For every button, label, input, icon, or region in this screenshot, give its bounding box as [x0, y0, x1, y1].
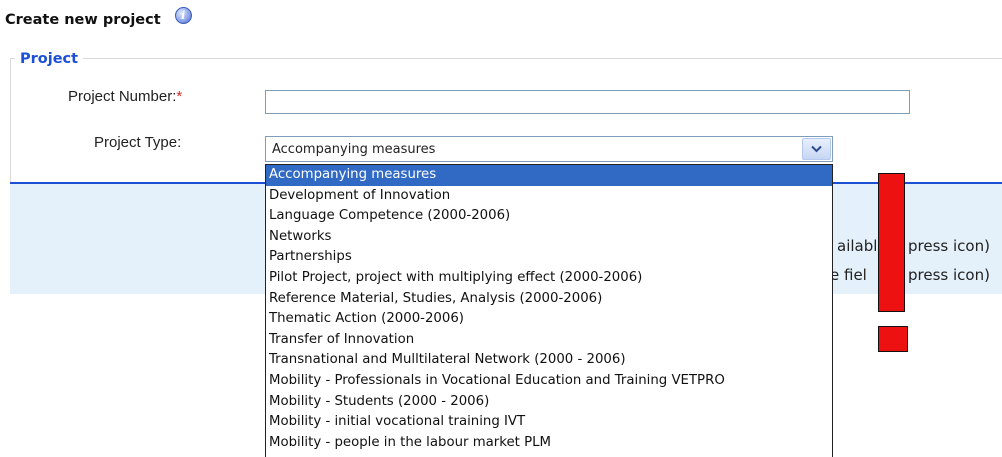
panel-text-line2-b: press icon) — [908, 266, 990, 284]
project-type-selected-value: Accompanying measures — [272, 142, 436, 157]
required-marker: * — [176, 88, 183, 105]
project-number-input[interactable] — [265, 90, 910, 114]
exclamation-bar-annotation — [878, 173, 905, 312]
project-type-dropdown-list[interactable]: Accompanying measures Development of Inn… — [265, 164, 833, 457]
dropdown-option[interactable]: Accompanying measures — [266, 165, 832, 186]
dropdown-option[interactable]: Mobility - people in the labour market P… — [266, 433, 832, 454]
dropdown-option[interactable]: Networks — [266, 227, 832, 248]
dropdown-option[interactable]: Partnerships — [266, 247, 832, 268]
dropdown-option[interactable]: Transfer of Innovation — [266, 330, 832, 351]
page-title: Create new project — [5, 12, 161, 28]
dropdown-option[interactable]: Language Competence (2000-2006) — [266, 206, 832, 227]
dropdown-option[interactable]: Development of Innovation — [266, 186, 832, 207]
dropdown-option[interactable]: Thematic Action (2000-2006) — [266, 309, 832, 330]
project-number-label: Project Number:* — [68, 88, 182, 105]
dropdown-arrow-button[interactable] — [802, 138, 831, 160]
dropdown-option[interactable]: Mobility - Students (2000 - 2006) — [266, 392, 832, 413]
fieldset-legend: Project — [15, 51, 84, 67]
project-number-label-text: Project Number: — [68, 88, 177, 105]
panel-text-line1-b: press icon) — [908, 237, 990, 255]
panel-text-line2-a: e fiel — [830, 266, 867, 284]
dropdown-option[interactable]: Mobility - initial vocational training I… — [266, 412, 832, 433]
dropdown-option[interactable]: Mobility - Professionals in Vocational E… — [266, 371, 832, 392]
dropdown-option[interactable]: Pilot Project, project with multiplying … — [266, 268, 832, 289]
dropdown-option[interactable]: Reference Material, Studies, Analysis (2… — [266, 289, 832, 310]
project-type-label: Project Type: — [94, 134, 182, 151]
dropdown-option[interactable]: Transnational and Mulltilateral Network … — [266, 350, 832, 371]
exclamation-dot-annotation — [878, 326, 908, 352]
project-type-select[interactable]: Accompanying measures — [265, 136, 833, 162]
panel-text-line1-a: ailabl — [837, 237, 878, 255]
page-heading: Create new project i — [5, 6, 192, 32]
chevron-down-icon — [811, 145, 822, 153]
info-icon[interactable]: i — [174, 6, 192, 24]
